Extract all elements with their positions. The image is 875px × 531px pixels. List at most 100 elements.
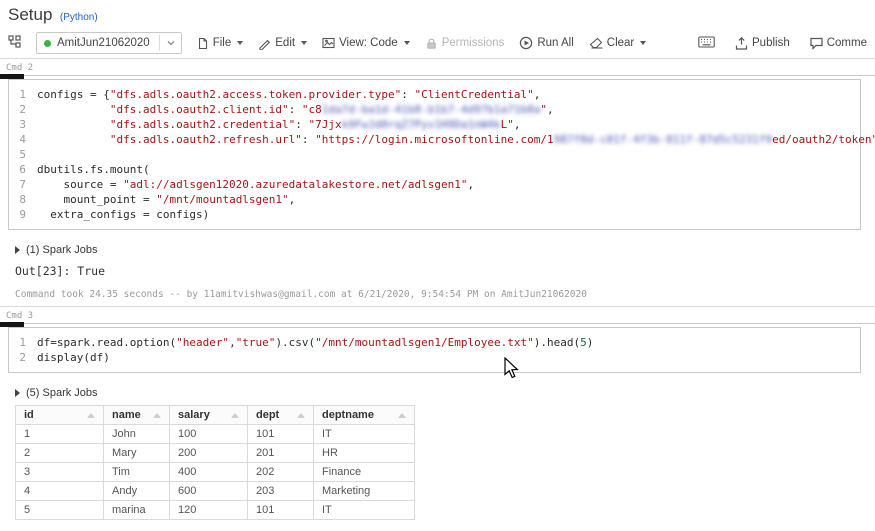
cell-output: Out[23]: True (15, 264, 106, 278)
line-number: 1 (19, 88, 26, 101)
table-cell: John (103, 424, 170, 444)
chevron-down-icon (167, 41, 175, 46)
cell-handle[interactable] (0, 322, 24, 327)
column-label: id (24, 409, 34, 421)
comment-icon (810, 37, 823, 50)
notebook-cell-cmd3: 1 df=spark.read.option("header","true").c… (0, 322, 875, 528)
spark-jobs-toggle-cmd2[interactable]: (1) Spark Jobs (15, 244, 861, 256)
sort-icon[interactable] (87, 412, 95, 418)
caret-down-icon (640, 41, 647, 45)
code-line: 8 mount_point = "/mnt/mountadlsgen1", (9, 192, 856, 207)
sort-icon[interactable] (297, 412, 305, 418)
line-number: 7 (19, 178, 26, 191)
play-circle-icon (520, 36, 533, 50)
code-line: 1 configs = {"dfs.adls.oauth2.access.toke… (9, 87, 856, 102)
table-header-name[interactable]: name (103, 405, 170, 425)
column-label: salary (178, 409, 210, 421)
spark-jobs-toggle-cmd3[interactable]: (5) Spark Jobs (15, 387, 861, 399)
permissions-label: Permissions (441, 37, 505, 49)
notebook-header: Setup (Python) (0, 0, 875, 28)
sort-icon[interactable] (153, 412, 161, 418)
sort-icon[interactable] (398, 412, 406, 418)
cmd2-label: Cmd 2 (6, 63, 34, 73)
workflow-icon[interactable] (8, 35, 21, 51)
lock-icon (426, 38, 436, 49)
table-header-deptname[interactable]: deptname (313, 405, 415, 425)
code-line: 2 display(df) (9, 350, 856, 365)
run-all-label: Run All (537, 37, 574, 49)
edit-menu[interactable]: Edit (258, 37, 308, 50)
comments-button[interactable]: Comme (810, 37, 867, 50)
file-menu[interactable]: File (197, 37, 244, 50)
line-number: 3 (19, 118, 26, 131)
view-menu[interactable]: View: Code (322, 37, 410, 49)
table-cell: Mary (103, 443, 170, 463)
result-table: id name salary dept deptname 1 John 100 101 IT 2 M… (15, 405, 415, 520)
table-cell: 600 (169, 481, 248, 501)
divider (158, 35, 160, 51)
cell-execution-info: Command took 24.35 seconds -- by 11amitv… (15, 289, 587, 300)
view-icon (322, 37, 335, 49)
table-cell: 2 (15, 443, 104, 463)
cluster-status-icon (44, 39, 51, 47)
code-editor-cmd3[interactable]: 1 df=spark.read.option("header","true").c… (8, 327, 861, 373)
publish-button[interactable]: Publish (735, 36, 790, 50)
code-line: 3 "dfs.adls.oauth2.credential": "7Jjxk9F… (9, 117, 856, 132)
caret-down-icon (403, 41, 410, 45)
sort-icon[interactable] (231, 412, 239, 418)
file-menu-label: File (212, 37, 232, 49)
line-number: 1 (19, 336, 26, 349)
table-row: 4 Andy 600 203 Marketing (15, 481, 415, 501)
keyboard-icon (698, 35, 715, 48)
table-cell: 5 (15, 500, 104, 520)
table-cell: 201 (247, 443, 314, 463)
table-cell: Finance (313, 462, 415, 482)
table-cell: IT (313, 500, 415, 520)
run-all-button[interactable]: Run All (519, 36, 574, 50)
table-cell: 120 (169, 500, 248, 520)
notebook-title: Setup (8, 5, 53, 24)
line-number: 5 (19, 148, 26, 161)
table-cell: HR (313, 443, 415, 463)
line-number: 6 (19, 163, 26, 176)
clear-menu-label: Clear (606, 37, 635, 49)
publish-label: Publish (752, 37, 790, 49)
line-number: 8 (19, 193, 26, 206)
line-number: 2 (19, 351, 26, 364)
table-row: 3 Tim 400 202 Finance (15, 462, 415, 482)
table-cell: marina (103, 500, 170, 520)
line-number: 4 (19, 133, 26, 146)
edit-menu-label: Edit (275, 37, 296, 49)
eraser-icon (589, 37, 603, 49)
table-header-salary[interactable]: salary (169, 405, 248, 425)
pencil-icon (259, 39, 271, 50)
column-label: deptname (322, 409, 374, 421)
table-header-dept[interactable]: dept (247, 405, 314, 425)
code-line: 4 "dfs.adls.oauth2.refresh.url": "https:… (9, 132, 875, 147)
notebook-toolbar: AmitJun21062020 File Edit View: Code Per… (0, 28, 875, 59)
column-label: dept (256, 409, 280, 421)
code-line: 9 extra_configs = configs) (9, 207, 856, 222)
cmd3-label: Cmd 3 (6, 311, 34, 321)
shortcuts-button[interactable] (698, 35, 715, 51)
line-number: 2 (19, 103, 26, 116)
code-line: 6 dbutils.fs.mount( (9, 162, 856, 177)
table-cell: 200 (169, 443, 248, 463)
code-line: 1 df=spark.read.option("header","true").c… (9, 335, 856, 350)
table-header-id[interactable]: id (15, 405, 104, 425)
clear-menu[interactable]: Clear (589, 37, 647, 49)
table-cell: Tim (103, 462, 170, 482)
line-number: 9 (19, 208, 26, 221)
code-editor-cmd2[interactable]: 1 configs = {"dfs.adls.oauth2.access.toke… (8, 79, 875, 230)
caret-right-icon (15, 389, 20, 397)
cell-handle[interactable] (0, 74, 24, 79)
cluster-name: AmitJun21062020 (57, 37, 150, 49)
table-row: 2 Mary 200 201 HR (15, 443, 415, 463)
column-label: name (112, 409, 141, 421)
table-cell: 203 (247, 481, 314, 501)
caret-down-icon (237, 41, 244, 45)
table-cell: Marketing (313, 481, 415, 501)
code-line: 2 "dfs.adls.oauth2.client.id": "c81da7d-… (9, 102, 856, 117)
permissions-button: Permissions (425, 37, 505, 50)
cluster-selector[interactable]: AmitJun21062020 (36, 32, 182, 54)
